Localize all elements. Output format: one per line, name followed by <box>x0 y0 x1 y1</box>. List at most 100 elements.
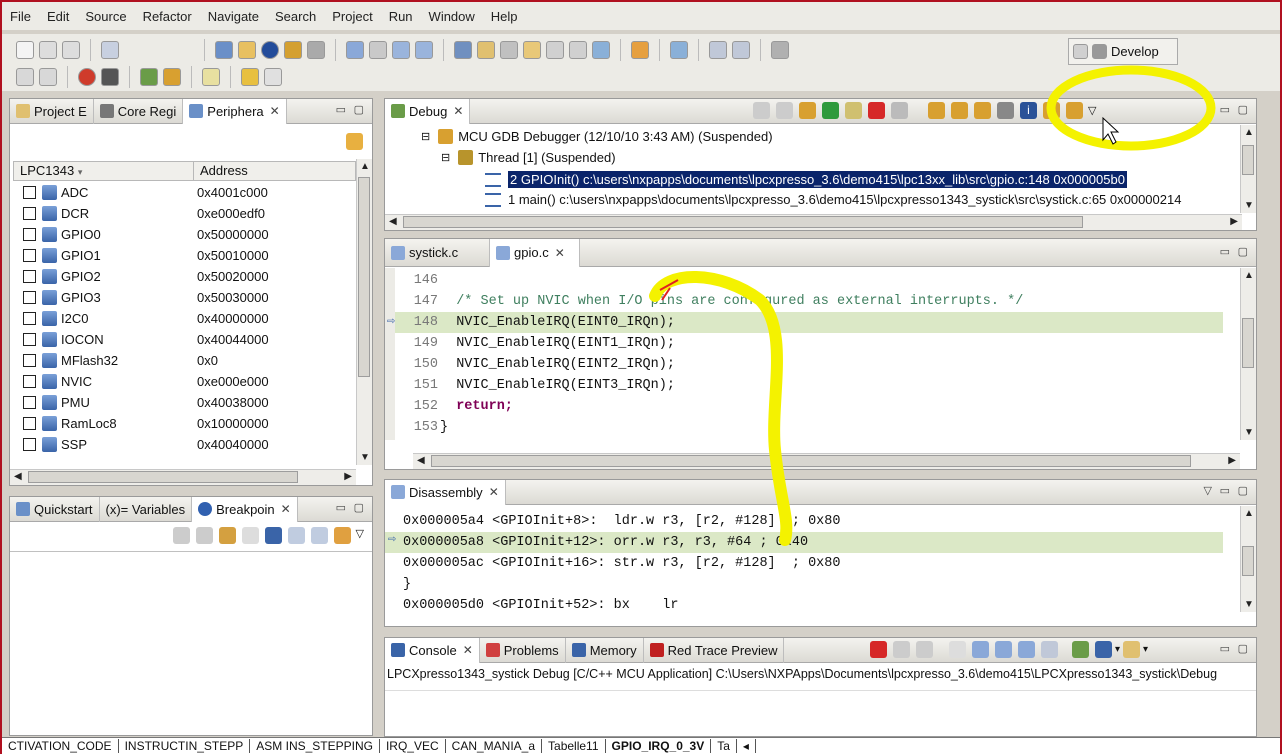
editor-vscroll[interactable]: ▲ ▼ <box>1240 268 1256 440</box>
peripheral-row[interactable]: ADC 0x4001c000 <box>13 182 356 203</box>
expand-all-icon[interactable] <box>287 527 305 544</box>
scroll-thumb[interactable] <box>431 455 1191 467</box>
new-folder-icon[interactable] <box>369 40 387 59</box>
tab-systick-c[interactable]: systick.c <box>385 238 490 267</box>
peripheral-checkbox[interactable] <box>23 186 36 199</box>
terminate-icon[interactable] <box>868 102 885 119</box>
maximize-icon[interactable]: ▢ <box>354 501 364 514</box>
scroll-up-icon[interactable]: ▲ <box>1244 127 1254 138</box>
folder-icon[interactable] <box>238 40 256 59</box>
peripheral-checkbox[interactable] <box>23 207 36 220</box>
scroll-right-icon[interactable]: ▶ <box>1228 455 1236 466</box>
disassembly-area[interactable]: 0x000005a4 <GPIOInit+8>: ldr.w r3, [r2, … <box>385 507 1223 611</box>
maximize-icon[interactable]: ▢ <box>1238 103 1248 116</box>
use-step-filters-icon[interactable] <box>1043 102 1060 119</box>
peripherals-hscroll[interactable]: ◀ ▶ <box>10 469 356 485</box>
drop-to-frame-icon[interactable] <box>997 102 1014 119</box>
peripheral-row[interactable]: NVIC 0xe000e000 <box>13 371 356 392</box>
settings-icon[interactable] <box>39 68 57 86</box>
worksheet-tab[interactable]: ASM INS_STEPPING <box>250 739 380 753</box>
gear-icon[interactable] <box>307 40 325 59</box>
scroll-down-icon[interactable]: ▼ <box>1244 200 1254 211</box>
disconnect-target-icon[interactable] <box>891 102 908 119</box>
code-area[interactable]: 146 147 /* Set up NVIC when I/O pins are … <box>395 270 1223 440</box>
peripheral-row[interactable]: MFlash32 0x0 <box>13 350 356 371</box>
view-menu-icon[interactable]: ▽ <box>1088 104 1096 117</box>
tab-gpio-c[interactable]: gpio.c ✕ <box>490 238 580 267</box>
menu-search[interactable]: Search <box>267 9 324 24</box>
peripheral-checkbox[interactable] <box>23 270 36 283</box>
peripheral-checkbox[interactable] <box>23 333 36 346</box>
toggle-icon[interactable] <box>546 40 564 59</box>
open-perspective-icon[interactable] <box>1073 44 1088 59</box>
menu-navigate[interactable]: Navigate <box>200 9 267 24</box>
wrench-icon[interactable] <box>16 68 34 86</box>
scroll-thumb[interactable] <box>358 177 370 377</box>
menu-refactor[interactable]: Refactor <box>135 9 200 24</box>
scroll-left-icon[interactable]: ◀ <box>389 216 397 227</box>
scroll-up-icon[interactable]: ▲ <box>1244 270 1254 281</box>
scroll-up-icon[interactable]: ▲ <box>360 161 370 172</box>
project-folder-icon[interactable] <box>523 40 541 59</box>
peripheral-checkbox[interactable] <box>23 312 36 325</box>
header-file-icon[interactable] <box>415 40 433 59</box>
peripheral-checkbox[interactable] <box>23 417 36 430</box>
peripheral-checkbox[interactable] <box>23 438 36 451</box>
debug-target-icon[interactable] <box>261 40 279 59</box>
menu-help[interactable]: Help <box>483 9 526 24</box>
column-header-name[interactable]: LPC1343 ▾ <box>14 162 194 180</box>
resume-icon[interactable] <box>822 102 839 119</box>
peripheral-checkbox[interactable] <box>23 375 36 388</box>
menu-run[interactable]: Run <box>381 9 421 24</box>
minimize-icon[interactable]: ▭ <box>1220 245 1230 258</box>
view-menu-icon[interactable]: ▽ <box>356 527 364 544</box>
peripheral-row[interactable]: PMU 0x40038000 <box>13 392 356 413</box>
tab-breakpoints[interactable]: Breakpoin ✕ <box>192 496 298 522</box>
scroll-down-icon[interactable]: ▼ <box>1244 427 1254 438</box>
remove-all-icon[interactable] <box>916 641 933 658</box>
tab-red-trace-preview[interactable]: Red Trace Preview <box>644 637 785 663</box>
tree-launch-node[interactable]: ⊟ MCU GDB Debugger (12/10/10 3:43 AM) (S… <box>421 129 773 144</box>
tab-project-explorer[interactable]: Project E <box>10 98 94 124</box>
disassembly-vscroll[interactable]: ▲ ▼ <box>1240 506 1256 612</box>
step-over-icon[interactable] <box>951 102 968 119</box>
minimize-icon[interactable]: ▭ <box>1220 642 1230 655</box>
terminal-icon[interactable] <box>101 68 119 86</box>
save-icon[interactable] <box>39 40 57 59</box>
bug-icon[interactable] <box>771 40 789 59</box>
peripheral-row[interactable]: I2C0 0x40000000 <box>13 308 356 329</box>
develop-perspective-button[interactable]: Develop <box>1111 44 1159 59</box>
back-arrow-icon[interactable] <box>241 68 259 86</box>
collapse-toggle-icon[interactable]: ⊟ <box>441 151 450 164</box>
scroll-thumb[interactable] <box>1242 145 1254 175</box>
scroll-thumb[interactable] <box>28 471 298 483</box>
tab-core-registers[interactable]: Core Regi <box>94 98 184 124</box>
column-header-address[interactable]: Address <box>194 162 248 180</box>
annotation-icon[interactable] <box>202 68 220 86</box>
scroll-thumb[interactable] <box>1242 318 1254 368</box>
tree-thread-node[interactable]: ⊟ Thread [1] (Suspended) <box>441 150 616 165</box>
pencil-icon[interactable] <box>163 68 181 86</box>
stack-frame[interactable]: 1 main() c:\users\nxpapps\documents\lpcx… <box>485 192 1181 207</box>
scroll-down-icon[interactable]: ▼ <box>360 452 370 463</box>
mark-icon[interactable] <box>569 40 587 59</box>
view-menu-icon[interactable]: ▽ <box>1204 484 1212 497</box>
scroll-up-icon[interactable]: ▲ <box>1244 508 1254 519</box>
tools-icon[interactable] <box>284 40 302 59</box>
pin-console-icon[interactable] <box>1072 641 1089 658</box>
clock-icon[interactable] <box>709 40 727 59</box>
tab-console[interactable]: Console ✕ <box>385 637 480 663</box>
close-icon[interactable]: ✕ <box>281 502 291 516</box>
tab-quickstart[interactable]: Quickstart <box>10 496 100 522</box>
remove-launches-icon[interactable] <box>753 102 770 119</box>
new-class-icon[interactable] <box>346 40 364 59</box>
peripheral-row[interactable]: GPIO0 0x50000000 <box>13 224 356 245</box>
peripheral-row[interactable]: GPIO1 0x50010000 <box>13 245 356 266</box>
scroll-down-icon[interactable]: ▼ <box>1244 599 1254 610</box>
goto-file-icon[interactable] <box>241 527 259 544</box>
peripheral-row[interactable]: DCR 0xe000edf0 <box>13 203 356 224</box>
peripheral-checkbox[interactable] <box>23 291 36 304</box>
display-console-icon[interactable] <box>1095 641 1112 658</box>
collapse-all-icon[interactable] <box>310 527 328 544</box>
skip-all-icon[interactable] <box>264 527 282 544</box>
